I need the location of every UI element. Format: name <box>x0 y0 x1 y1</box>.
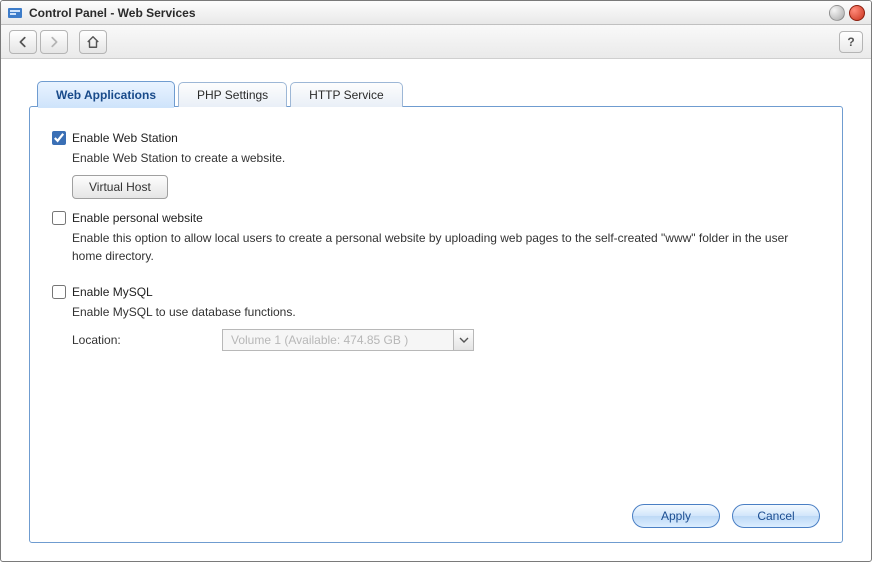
section-personal-website: Enable personal website Enable this opti… <box>52 211 820 273</box>
personal-website-description: Enable this option to allow local users … <box>72 229 792 265</box>
location-label: Location: <box>72 333 222 347</box>
location-selected-value: Volume 1 (Available: 474.85 GB ) <box>223 333 453 347</box>
toolbar: ? <box>1 25 871 59</box>
chevron-down-icon <box>453 330 473 350</box>
enable-personal-website-label: Enable personal website <box>72 211 203 225</box>
app-icon <box>7 5 23 21</box>
close-button[interactable] <box>849 5 865 21</box>
window-root: Control Panel - Web Services ? Web Appli… <box>0 0 872 562</box>
nav-forward-button[interactable] <box>40 30 68 54</box>
enable-web-station-checkbox[interactable] <box>52 131 66 145</box>
section-web-station: Enable Web Station Enable Web Station to… <box>52 131 820 199</box>
location-select[interactable]: Volume 1 (Available: 474.85 GB ) <box>222 329 474 351</box>
apply-button[interactable]: Apply <box>632 504 720 528</box>
tab-label: PHP Settings <box>197 88 268 102</box>
web-station-description: Enable Web Station to create a website. <box>72 149 792 167</box>
mysql-description: Enable MySQL to use database functions. <box>72 303 792 321</box>
section-mysql: Enable MySQL Enable MySQL to use databas… <box>52 285 820 351</box>
virtual-host-button[interactable]: Virtual Host <box>72 175 168 199</box>
tab-panel: Enable Web Station Enable Web Station to… <box>29 106 843 543</box>
help-icon: ? <box>847 35 854 49</box>
minimize-button[interactable] <box>829 5 845 21</box>
tab-label: Web Applications <box>56 88 156 102</box>
panel-footer: Apply Cancel <box>52 492 820 528</box>
help-button[interactable]: ? <box>839 31 863 53</box>
tab-strip: Web Applications PHP Settings HTTP Servi… <box>29 81 843 107</box>
titlebar: Control Panel - Web Services <box>1 1 871 25</box>
enable-mysql-checkbox[interactable] <box>52 285 66 299</box>
enable-personal-website-checkbox[interactable] <box>52 211 66 225</box>
enable-mysql-label: Enable MySQL <box>72 285 153 299</box>
mysql-location-row: Location: Volume 1 (Available: 474.85 GB… <box>72 329 820 351</box>
window-title: Control Panel - Web Services <box>29 6 825 20</box>
nav-home-button[interactable] <box>79 30 107 54</box>
content-area: Web Applications PHP Settings HTTP Servi… <box>1 59 871 561</box>
tab-web-applications[interactable]: Web Applications <box>37 81 175 107</box>
cancel-button[interactable]: Cancel <box>732 504 820 528</box>
tab-php-settings[interactable]: PHP Settings <box>178 82 287 107</box>
tab-http-service[interactable]: HTTP Service <box>290 82 402 107</box>
nav-back-button[interactable] <box>9 30 37 54</box>
tab-label: HTTP Service <box>309 88 383 102</box>
enable-web-station-label: Enable Web Station <box>72 131 178 145</box>
